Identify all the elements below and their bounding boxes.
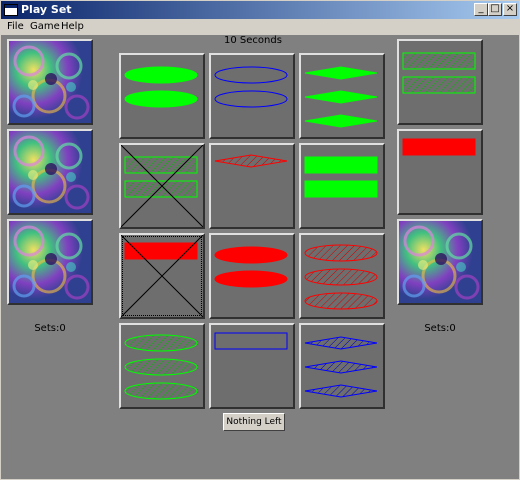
red-striped-oval-symbol [304, 268, 378, 286]
left-card-back [7, 129, 93, 215]
card-face [214, 332, 288, 350]
green-solid-rect-symbol [304, 156, 378, 174]
play-card[interactable] [119, 233, 205, 319]
card-face [304, 66, 378, 128]
swirl-pattern-image [9, 131, 91, 213]
play-card[interactable] [209, 143, 295, 229]
card-face [214, 246, 288, 288]
card-face [402, 52, 476, 94]
card-face [124, 66, 198, 108]
play-card[interactable] [299, 53, 385, 139]
left-sets-count: Sets:0 [34, 323, 66, 334]
play-card[interactable] [119, 53, 205, 139]
card-face [304, 244, 378, 310]
minimize-button[interactable]: _ [474, 3, 488, 16]
menu-bar: File Game Help [1, 19, 519, 35]
green-striped-rect-symbol [402, 52, 476, 70]
red-striped-diamond-symbol [214, 154, 288, 168]
red-striped-oval-symbol [304, 292, 378, 310]
blue-open-rect-symbol [214, 332, 288, 350]
green-striped-rect-symbol [402, 76, 476, 94]
card-face [124, 334, 198, 400]
swirl-pattern-image [9, 221, 91, 303]
left-card-back [7, 219, 93, 305]
right-won-card[interactable] [397, 129, 483, 215]
close-button[interactable]: × [503, 3, 517, 16]
nothing-left-button[interactable]: Nothing Left [223, 413, 285, 431]
green-striped-oval-symbol [124, 382, 198, 400]
title-bar[interactable]: Play Set _ □ × [1, 1, 519, 19]
blue-open-oval-symbol [214, 90, 288, 108]
red-solid-oval-symbol [214, 270, 288, 288]
card-face [304, 156, 378, 198]
right-card-back [397, 219, 483, 305]
play-card[interactable] [299, 323, 385, 409]
card-face [402, 138, 476, 156]
blue-open-oval-symbol [214, 66, 288, 84]
play-card[interactable] [209, 323, 295, 409]
maximize-button[interactable]: □ [488, 3, 502, 16]
green-solid-diamond-symbol [304, 66, 378, 80]
game-area: 10 Seconds Sets:0 Sets:0 Nothing Left [1, 35, 519, 479]
blue-striped-diamond-symbol [304, 384, 378, 398]
left-card-back [7, 39, 93, 125]
red-solid-rect-symbol [402, 138, 476, 156]
play-card[interactable] [209, 233, 295, 319]
red-striped-oval-symbol [304, 244, 378, 262]
green-solid-diamond-symbol [304, 114, 378, 128]
right-won-card[interactable] [397, 39, 483, 125]
play-card[interactable] [119, 143, 205, 229]
play-card[interactable] [209, 53, 295, 139]
card-face [304, 336, 378, 398]
card-face [214, 66, 288, 108]
right-sets-count: Sets:0 [424, 323, 456, 334]
green-striped-oval-symbol [124, 358, 198, 376]
menu-help[interactable]: Help [61, 21, 84, 33]
app-icon [4, 4, 18, 16]
play-card[interactable] [299, 143, 385, 229]
blue-striped-diamond-symbol [304, 336, 378, 350]
blue-striped-diamond-symbol [304, 360, 378, 374]
play-card[interactable] [299, 233, 385, 319]
swirl-pattern-image [399, 221, 481, 303]
green-solid-oval-symbol [124, 90, 198, 108]
card-face [214, 154, 288, 168]
green-solid-diamond-symbol [304, 90, 378, 104]
green-solid-rect-symbol [304, 180, 378, 198]
card-face [121, 235, 203, 317]
card-face [121, 145, 203, 227]
green-striped-rect-symbol [124, 180, 198, 198]
app-window: Play Set _ □ × File Game Help 10 Seconds… [0, 0, 520, 480]
timer-label: 10 Seconds [224, 35, 282, 46]
green-solid-oval-symbol [124, 66, 198, 84]
play-card[interactable] [119, 323, 205, 409]
green-striped-oval-symbol [124, 334, 198, 352]
menu-file[interactable]: File [7, 21, 24, 33]
window-title: Play Set [21, 3, 72, 16]
swirl-pattern-image [9, 41, 91, 123]
red-solid-oval-symbol [214, 246, 288, 264]
red-solid-rect-symbol [124, 242, 198, 260]
menu-game[interactable]: Game [30, 21, 60, 33]
